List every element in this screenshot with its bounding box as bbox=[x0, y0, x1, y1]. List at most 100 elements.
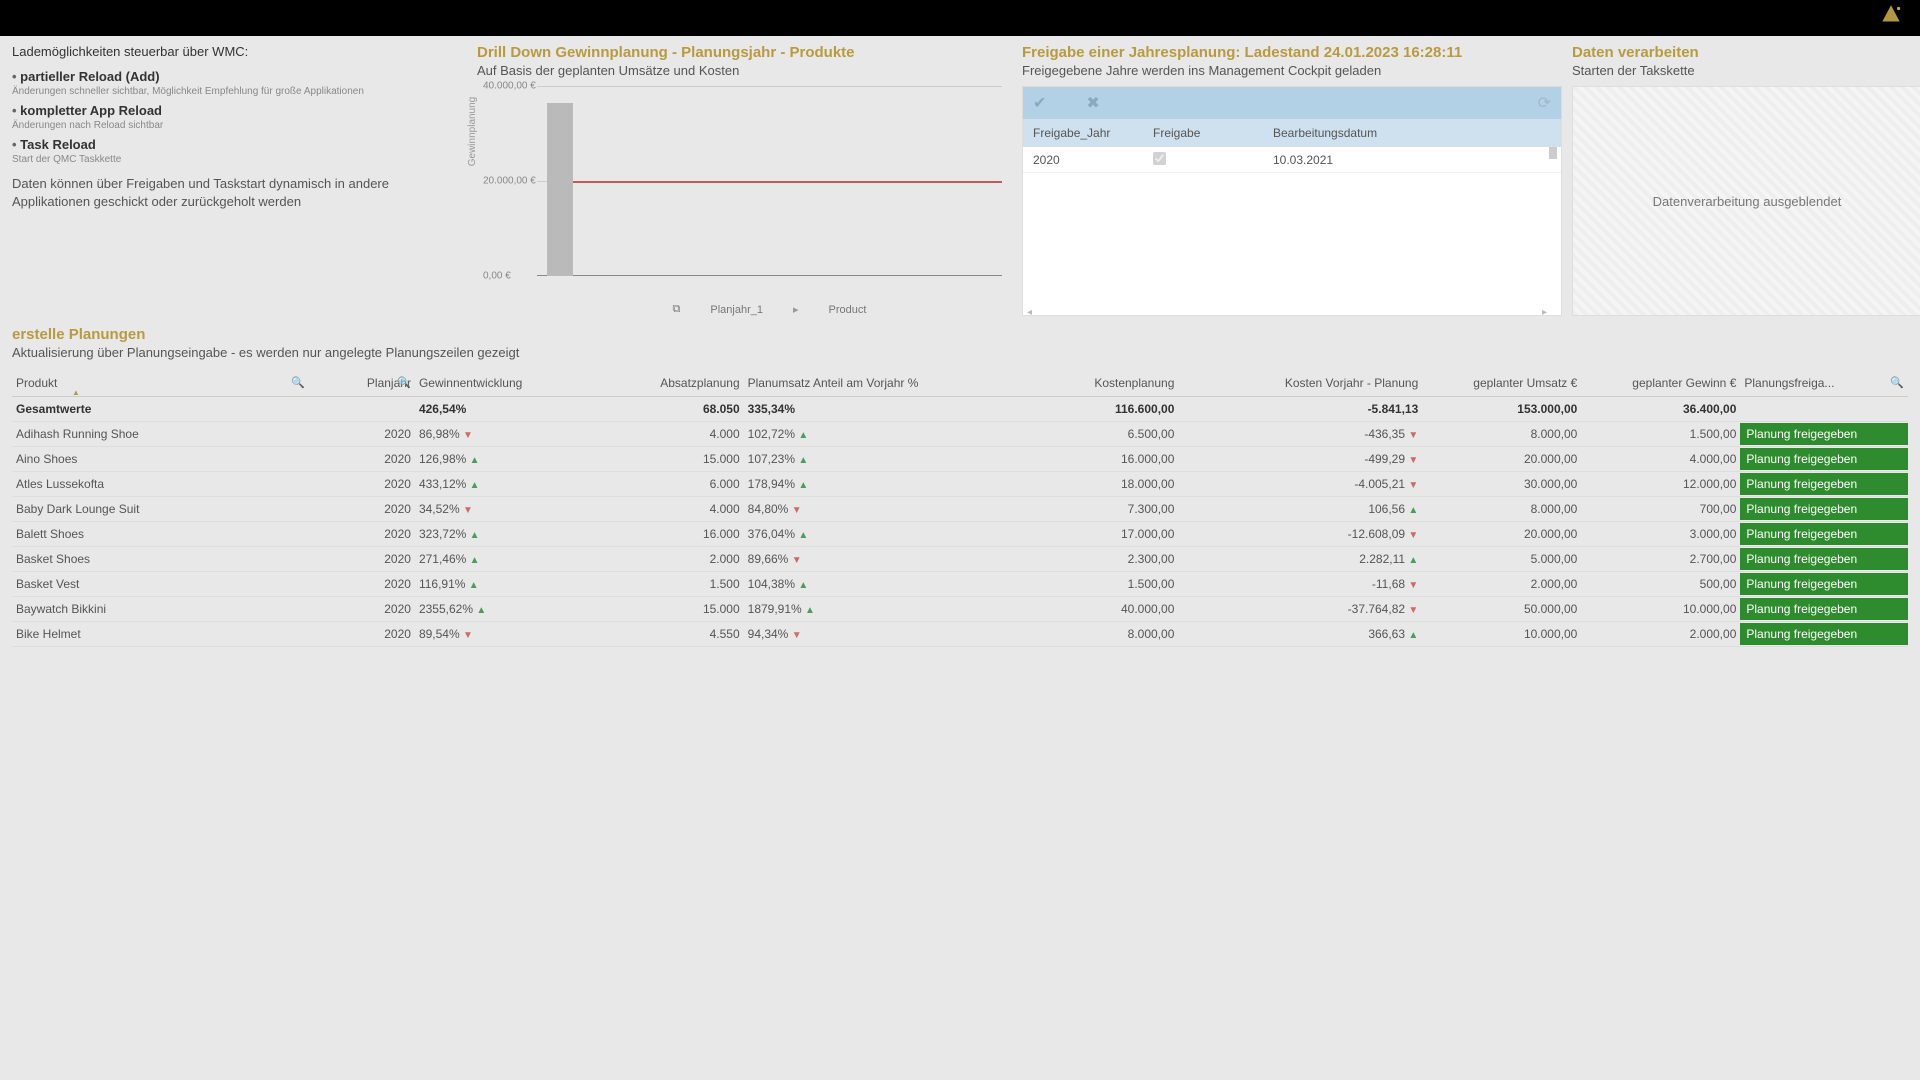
cell-kosten: 18.000,00 bbox=[988, 472, 1179, 497]
col-freigabe[interactable]: Freigabe bbox=[1153, 126, 1273, 140]
th-freigabe[interactable]: Planungsfreiga...🔍 bbox=[1740, 370, 1908, 397]
search-icon[interactable]: 🔍 bbox=[1890, 376, 1904, 389]
logo-icon bbox=[1878, 2, 1904, 34]
cell-planjahr: 2020 bbox=[309, 472, 415, 497]
th-kvorjahr[interactable]: Kosten Vorjahr - Planung bbox=[1178, 370, 1422, 397]
totals-label: Gesamtwerte bbox=[12, 397, 309, 422]
drilldown-sub: Auf Basis der geplanten Umsätze und Kost… bbox=[477, 63, 1012, 78]
totals-kosten: 116.600,00 bbox=[988, 397, 1179, 422]
cell-kvorjahr: -37.764,82 ▼ bbox=[1178, 597, 1422, 622]
th-anteil[interactable]: Planumsatz Anteil am Vorjahr % bbox=[744, 370, 988, 397]
table-row[interactable]: Basket Vest2020116,91% ▲1.500104,38% ▲1.… bbox=[12, 572, 1908, 597]
cell-gewinnplan: 2.000,00 bbox=[1581, 622, 1740, 647]
cell-planjahr: 2020 bbox=[309, 572, 415, 597]
col-bearbeitungsdatum[interactable]: Bearbeitungsdatum bbox=[1273, 126, 1473, 140]
table-row[interactable]: Adihash Running Shoe202086,98% ▼4.000102… bbox=[12, 422, 1908, 447]
freigabe-badge: Planung freigegeben bbox=[1740, 573, 1908, 595]
table-header-row: Produkt▲🔍 Planjahr🔍 Gewinnentwicklung Ab… bbox=[12, 370, 1908, 397]
cell-gewinn: 323,72% ▲ bbox=[415, 522, 606, 547]
freigabe-header-row: Freigabe_Jahr Freigabe Bearbeitungsdatum bbox=[1023, 119, 1561, 147]
th-umsatz[interactable]: geplanter Umsatz € bbox=[1422, 370, 1581, 397]
drilldown-panel: Drill Down Gewinnplanung - Planungsjahr … bbox=[477, 44, 1012, 316]
th-produkt[interactable]: Produkt▲🔍 bbox=[12, 370, 309, 397]
cell-planjahr: 2020 bbox=[309, 597, 415, 622]
chart-breadcrumb[interactable]: ⧉ Planjahr_1 ▸ Product bbox=[537, 303, 1002, 316]
th-kosten[interactable]: Kostenplanung bbox=[988, 370, 1179, 397]
confirm-icon[interactable]: ✔ bbox=[1033, 93, 1046, 113]
info-bullet-2: kompletter App Reload bbox=[12, 103, 467, 118]
cell-planjahr: 2020 bbox=[309, 497, 415, 522]
chart-bar[interactable] bbox=[547, 103, 573, 276]
vertical-scrollbar[interactable] bbox=[1549, 147, 1557, 159]
cell-umsatz: 5.000,00 bbox=[1422, 547, 1581, 572]
chart-reference-line bbox=[573, 181, 1002, 183]
freigabe-badge: Planung freigegeben bbox=[1740, 473, 1908, 495]
table-row[interactable]: Bike Helmet202089,54% ▼4.55094,34% ▼8.00… bbox=[12, 622, 1908, 647]
cell-planjahr: 2020 bbox=[309, 622, 415, 647]
cell-anteil: 1879,91% ▲ bbox=[744, 597, 988, 622]
cell-freigabe: Planung freigegeben bbox=[1740, 447, 1908, 472]
cell-gewinnplan: 12.000,00 bbox=[1581, 472, 1740, 497]
cell-anteil: 89,66% ▼ bbox=[744, 547, 988, 572]
th-gewinn[interactable]: Gewinnentwicklung bbox=[415, 370, 606, 397]
cell-absatz: 16.000 bbox=[606, 522, 744, 547]
cell-kvorjahr: -12.608,09 ▼ bbox=[1178, 522, 1422, 547]
search-icon[interactable]: 🔍 bbox=[397, 376, 411, 389]
cell-anteil: 376,04% ▲ bbox=[744, 522, 988, 547]
freigabe-badge: Planung freigegeben bbox=[1740, 498, 1908, 520]
cell-produkt: Baywatch Bikkini bbox=[12, 597, 309, 622]
cell-gewinn: 89,54% ▼ bbox=[415, 622, 606, 647]
cell-freigabe: Planung freigegeben bbox=[1740, 547, 1908, 572]
chart-area[interactable]: Gewinnplanung 40.000,00 € 20.000,00 € 0,… bbox=[477, 86, 1012, 316]
freigabe-year: 2020 bbox=[1033, 153, 1153, 167]
cell-kosten: 6.500,00 bbox=[988, 422, 1179, 447]
table-row[interactable]: Aino Shoes2020126,98% ▲15.000107,23% ▲16… bbox=[12, 447, 1908, 472]
cell-gewinnplan: 3.000,00 bbox=[1581, 522, 1740, 547]
cell-kosten: 1.500,00 bbox=[988, 572, 1179, 597]
cell-gewinnplan: 700,00 bbox=[1581, 497, 1740, 522]
freigabe-badge: Planung freigegeben bbox=[1740, 423, 1908, 445]
freigabe-badge: Planung freigegeben bbox=[1740, 623, 1908, 645]
cell-kvorjahr: -4.005,21 ▼ bbox=[1178, 472, 1422, 497]
erstelle-title: erstelle Planungen bbox=[12, 326, 1908, 343]
search-icon[interactable]: 🔍 bbox=[291, 376, 305, 389]
horizontal-scrollbar[interactable]: ◂▸ bbox=[1027, 307, 1547, 313]
cell-gewinn: 271,46% ▲ bbox=[415, 547, 606, 572]
cell-kosten: 7.300,00 bbox=[988, 497, 1179, 522]
th-planjahr[interactable]: Planjahr🔍 bbox=[309, 370, 415, 397]
table-row[interactable]: Baby Dark Lounge Suit202034,52% ▼4.00084… bbox=[12, 497, 1908, 522]
th-gewinnplan[interactable]: geplanter Gewinn € bbox=[1581, 370, 1740, 397]
cell-absatz: 4.000 bbox=[606, 422, 744, 447]
cell-freigabe: Planung freigegeben bbox=[1740, 472, 1908, 497]
cell-freigabe: Planung freigegeben bbox=[1740, 497, 1908, 522]
cell-anteil: 84,80% ▼ bbox=[744, 497, 988, 522]
cell-kvorjahr: -436,35 ▼ bbox=[1178, 422, 1422, 447]
info-note-1: Änderungen schneller sichtbar, Möglichke… bbox=[12, 86, 467, 97]
totals-kvorjahr: -5.841,13 bbox=[1178, 397, 1422, 422]
cell-produkt: Basket Vest bbox=[12, 572, 309, 597]
cell-gewinn: 126,98% ▲ bbox=[415, 447, 606, 472]
refresh-icon[interactable]: ⟳ bbox=[1538, 93, 1551, 113]
bc-level-1[interactable]: Planjahr_1 bbox=[710, 304, 763, 316]
info-note-3: Start der QMC Taskkette bbox=[12, 154, 467, 165]
cell-absatz: 15.000 bbox=[606, 447, 744, 472]
table-row[interactable]: Atles Lussekofta2020433,12% ▲6.000178,94… bbox=[12, 472, 1908, 497]
freigabe-badge: Planung freigegeben bbox=[1740, 598, 1908, 620]
cancel-icon[interactable]: ✖ bbox=[1086, 93, 1099, 113]
cell-freigabe: Planung freigegeben bbox=[1740, 522, 1908, 547]
freigabe-data-row[interactable]: 2020 10.03.2021 bbox=[1023, 147, 1561, 173]
cell-absatz: 2.000 bbox=[606, 547, 744, 572]
bc-level-2[interactable]: Product bbox=[829, 304, 867, 316]
th-absatz[interactable]: Absatzplanung bbox=[606, 370, 744, 397]
cell-gewinnplan: 10.000,00 bbox=[1581, 597, 1740, 622]
cell-anteil: 178,94% ▲ bbox=[744, 472, 988, 497]
cell-planjahr: 2020 bbox=[309, 422, 415, 447]
table-row[interactable]: Basket Shoes2020271,46% ▲2.00089,66% ▼2.… bbox=[12, 547, 1908, 572]
info-paragraph: Daten können über Freigaben und Taskstar… bbox=[12, 175, 467, 211]
cell-kosten: 2.300,00 bbox=[988, 547, 1179, 572]
erstelle-panel: erstelle Planungen Aktualisierung über P… bbox=[0, 316, 1920, 647]
freigabe-checkbox[interactable] bbox=[1153, 152, 1166, 165]
table-row[interactable]: Balett Shoes2020323,72% ▲16.000376,04% ▲… bbox=[12, 522, 1908, 547]
table-row[interactable]: Baywatch Bikkini20202355,62% ▲15.0001879… bbox=[12, 597, 1908, 622]
col-freigabe-jahr[interactable]: Freigabe_Jahr bbox=[1033, 126, 1153, 140]
